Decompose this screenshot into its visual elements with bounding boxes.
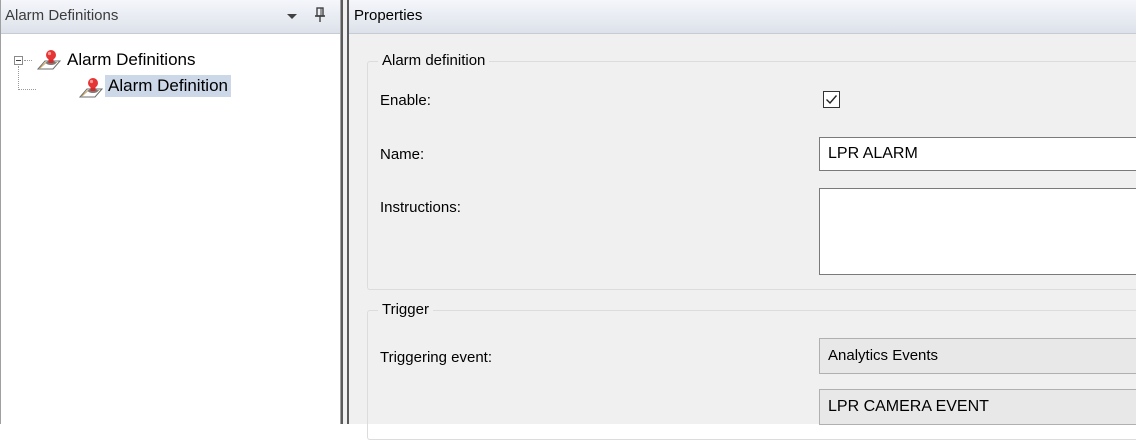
enable-checkbox[interactable] bbox=[823, 91, 840, 108]
name-label: Name: bbox=[380, 146, 425, 163]
dropdown-arrow-icon[interactable] bbox=[285, 8, 299, 24]
alarm-definition-icon bbox=[36, 50, 62, 70]
name-field[interactable] bbox=[819, 137, 1136, 171]
alarm-definitions-pane: Alarm Definitions Alarm Definitions Alar… bbox=[0, 0, 341, 424]
instructions-field[interactable] bbox=[819, 188, 1136, 275]
pin-icon[interactable] bbox=[313, 6, 327, 24]
event-category-dropdown[interactable]: Analytics Events bbox=[819, 338, 1136, 374]
event-category-value: Analytics Events bbox=[828, 347, 939, 364]
tree-connector bbox=[18, 66, 19, 90]
group-legend: Alarm definition bbox=[378, 52, 490, 69]
alarm-definition-icon bbox=[78, 78, 104, 98]
alarm-definitions-header: Alarm Definitions bbox=[1, 0, 340, 34]
event-name-dropdown[interactable]: LPR CAMERA EVENT bbox=[819, 389, 1136, 425]
pane-splitter[interactable] bbox=[341, 0, 349, 424]
enable-label: Enable: bbox=[380, 92, 431, 109]
tree-node-label[interactable]: Alarm Definitions bbox=[64, 49, 199, 71]
event-name-value: LPR CAMERA EVENT bbox=[828, 398, 989, 415]
pane-title: Properties bbox=[354, 7, 423, 24]
tree-node-label-selected[interactable]: Alarm Definition bbox=[105, 75, 231, 97]
properties-pane: Properties Alarm definition Enable: Name… bbox=[349, 0, 1136, 440]
triggering-event-label: Triggering event: bbox=[380, 349, 493, 366]
tree-collapse-toggle[interactable] bbox=[14, 56, 23, 65]
tree-connector bbox=[24, 60, 32, 61]
properties-header: Properties bbox=[349, 0, 1136, 34]
group-legend: Trigger bbox=[378, 301, 433, 318]
instructions-label: Instructions: bbox=[380, 199, 461, 216]
checkmark-icon bbox=[826, 95, 838, 105]
tree-connector bbox=[18, 89, 36, 90]
pane-title: Alarm Definitions bbox=[5, 7, 119, 24]
